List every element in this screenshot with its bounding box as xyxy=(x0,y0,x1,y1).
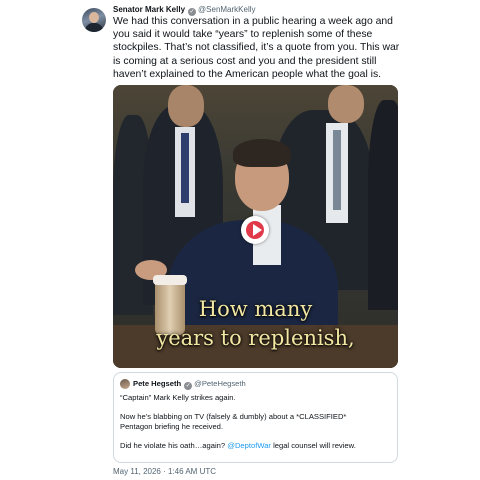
quoted-text-line: “Captain” Mark Kelly strikes again. xyxy=(120,393,236,402)
video-player[interactable]: How many years to replenish, xyxy=(113,85,398,368)
video-figure xyxy=(368,100,398,310)
mention-link[interactable]: @DeptofWar xyxy=(227,441,271,450)
quoted-tweet-header: Pete Hegseth ✓ @PeteHegseth xyxy=(133,379,246,390)
video-caption-line-1: How many xyxy=(198,297,313,321)
video-caption-line-2: years to replenish, xyxy=(156,326,355,350)
quoted-text-line: Now he’s blabbing on TV (falsely & dumbl… xyxy=(120,412,347,421)
quoted-text: legal counsel will review. xyxy=(270,441,356,450)
video-cup-lid xyxy=(153,275,187,285)
avatar-face xyxy=(89,12,99,23)
author-avatar[interactable] xyxy=(82,8,106,32)
verified-badge-icon: ✓ xyxy=(184,382,193,390)
quoted-author-avatar[interactable] xyxy=(120,379,130,389)
tweet-text: We had this conversation in a public hea… xyxy=(113,16,400,80)
avatar-suit xyxy=(85,23,103,32)
quoted-tweet[interactable]: Pete Hegseth ✓ @PeteHegseth “Captain” Mark… xyxy=(113,372,398,463)
video-figure xyxy=(333,130,341,210)
play-icon[interactable] xyxy=(253,224,262,236)
video-figure xyxy=(168,85,204,127)
video-speaker xyxy=(233,139,291,167)
quoted-author-handle[interactable]: @PeteHegseth xyxy=(194,379,246,388)
quoted-author-name[interactable]: Pete Hegseth xyxy=(133,379,181,388)
quoted-text-line: Did he violate his oath…again? @DeptofWa… xyxy=(120,441,392,451)
author-name[interactable]: Senator Mark Kelly xyxy=(113,5,185,14)
quoted-text-line: Pentagon briefing he received. xyxy=(120,422,224,431)
video-figure xyxy=(328,85,364,123)
video-figure xyxy=(181,133,189,203)
author-handle[interactable]: @SenMarkKelly xyxy=(198,5,255,14)
tweet-timestamp[interactable]: May 11, 2026 · 1:46 AM UTC xyxy=(113,467,216,477)
quoted-text: Did he violate his oath…again? xyxy=(120,441,228,450)
